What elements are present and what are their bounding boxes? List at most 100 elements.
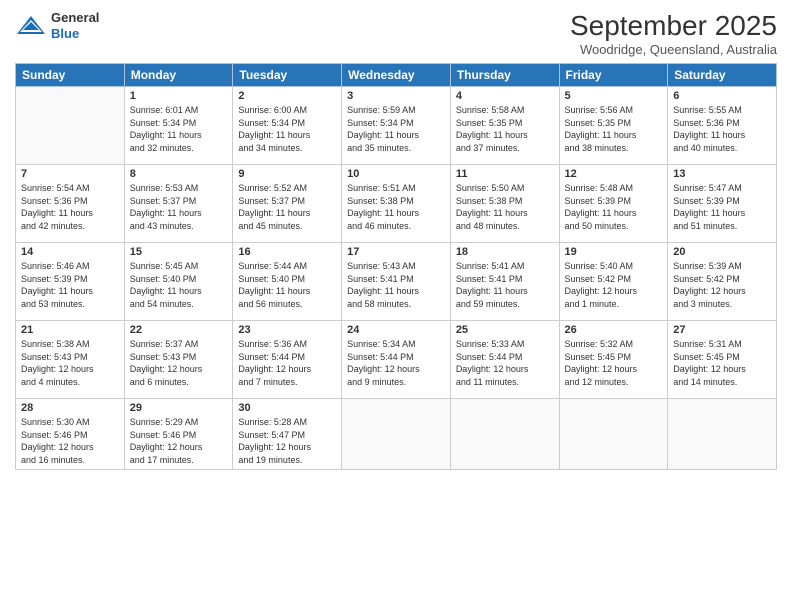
calendar-cell: 16 Sunrise: 5:44 AMSunset: 5:40 PMDayligh… (233, 243, 342, 321)
header-wednesday: Wednesday (342, 64, 451, 87)
day-number: 19 (565, 246, 663, 258)
day-number: 29 (130, 402, 228, 414)
calendar-cell: 28 Sunrise: 5:30 AMSunset: 5:46 PMDayligh… (16, 399, 125, 470)
day-number: 22 (130, 324, 228, 336)
calendar-cell: 9Sunrise: 5:52 AMSunset: 5:37 PMDaylight… (233, 165, 342, 243)
title-block: September 2025 Woodridge, Queensland, Au… (570, 10, 777, 57)
day-info: Sunrise: 5:28 AMSunset: 5:47 PMDaylight:… (238, 416, 336, 466)
day-info: Sunrise: 5:33 AMSunset: 5:44 PMDaylight:… (456, 338, 554, 388)
header-sunday: Sunday (16, 64, 125, 87)
day-info: Sunrise: 5:58 AMSunset: 5:35 PMDaylight:… (456, 104, 554, 154)
calendar-cell (342, 399, 451, 470)
calendar-cell: 26Sunrise: 5:32 AMSunset: 5:45 PMDayligh… (559, 321, 668, 399)
day-info: Sunrise: 5:31 AMSunset: 5:45 PMDaylight:… (673, 338, 771, 388)
header-tuesday: Tuesday (233, 64, 342, 87)
calendar-cell: 20 Sunrise: 5:39 AMSunset: 5:42 PMDayligh… (668, 243, 777, 321)
calendar-cell (450, 399, 559, 470)
day-info: Sunrise: 5:53 AMSunset: 5:37 PMDaylight:… (130, 182, 228, 232)
calendar-cell: 19 Sunrise: 5:40 AMSunset: 5:42 PMDayligh… (559, 243, 668, 321)
day-number: 3 (347, 90, 445, 102)
day-number: 17 (347, 246, 445, 258)
month-title: September 2025 (570, 10, 777, 42)
calendar-cell: 27 Sunrise: 5:31 AMSunset: 5:45 PMDayligh… (668, 321, 777, 399)
day-info: Sunrise: 5:48 AMSunset: 5:39 PMDaylight:… (565, 182, 663, 232)
day-info: Sunrise: 5:39 AMSunset: 5:42 PMDaylight:… (673, 260, 771, 310)
day-number: 16 (238, 246, 336, 258)
day-number: 21 (21, 324, 119, 336)
calendar-cell: 24Sunrise: 5:34 AMSunset: 5:44 PMDayligh… (342, 321, 451, 399)
day-info: Sunrise: 5:37 AMSunset: 5:43 PMDaylight:… (130, 338, 228, 388)
calendar-cell: 17 Sunrise: 5:43 AMSunset: 5:41 PMDayligh… (342, 243, 451, 321)
header-friday: Friday (559, 64, 668, 87)
calendar-cell: 1 Sunrise: 6:01 AMSunset: 5:34 PMDaylight… (124, 87, 233, 165)
header-monday: Monday (124, 64, 233, 87)
day-info: Sunrise: 5:56 AMSunset: 5:35 PMDaylight:… (565, 104, 663, 154)
calendar-cell: 18 Sunrise: 5:41 AMSunset: 5:41 PMDayligh… (450, 243, 559, 321)
day-number: 27 (673, 324, 771, 336)
day-number: 8 (130, 168, 228, 180)
page: General Blue September 2025 Woodridge, Q… (0, 0, 792, 612)
day-number: 1 (130, 90, 228, 102)
day-info: Sunrise: 5:30 AMSunset: 5:46 PMDaylight:… (21, 416, 119, 466)
day-info: Sunrise: 5:46 AMSunset: 5:39 PMDaylight:… (21, 260, 119, 310)
calendar-cell (559, 399, 668, 470)
day-number: 7 (21, 168, 119, 180)
calendar-cell: 22 Sunrise: 5:37 AMSunset: 5:43 PMDayligh… (124, 321, 233, 399)
calendar-cell: 14 Sunrise: 5:46 AMSunset: 5:39 PMDayligh… (16, 243, 125, 321)
day-info: Sunrise: 5:38 AMSunset: 5:43 PMDaylight:… (21, 338, 119, 388)
calendar-cell: 10Sunrise: 5:51 AMSunset: 5:38 PMDayligh… (342, 165, 451, 243)
day-number: 25 (456, 324, 554, 336)
calendar-cell: 4Sunrise: 5:58 AMSunset: 5:35 PMDaylight… (450, 87, 559, 165)
day-number: 13 (673, 168, 771, 180)
day-info: Sunrise: 5:29 AMSunset: 5:46 PMDaylight:… (130, 416, 228, 466)
calendar-cell: 5Sunrise: 5:56 AMSunset: 5:35 PMDaylight… (559, 87, 668, 165)
day-number: 23 (238, 324, 336, 336)
day-info: Sunrise: 5:34 AMSunset: 5:44 PMDaylight:… (347, 338, 445, 388)
day-info: Sunrise: 5:47 AMSunset: 5:39 PMDaylight:… (673, 182, 771, 232)
calendar-cell: 2 Sunrise: 6:00 AMSunset: 5:34 PMDaylight… (233, 87, 342, 165)
day-info: Sunrise: 5:36 AMSunset: 5:44 PMDaylight:… (238, 338, 336, 388)
calendar-cell: 23 Sunrise: 5:36 AMSunset: 5:44 PMDayligh… (233, 321, 342, 399)
header: General Blue September 2025 Woodridge, Q… (15, 10, 777, 57)
day-info: Sunrise: 5:59 AMSunset: 5:34 PMDaylight:… (347, 104, 445, 154)
calendar-cell: 6Sunrise: 5:55 AMSunset: 5:36 PMDaylight… (668, 87, 777, 165)
logo-text: General Blue (51, 10, 99, 41)
calendar-cell: 12 Sunrise: 5:48 AMSunset: 5:39 PMDayligh… (559, 165, 668, 243)
day-number: 2 (238, 90, 336, 102)
day-info: Sunrise: 5:51 AMSunset: 5:38 PMDaylight:… (347, 182, 445, 232)
calendar-cell: 15 Sunrise: 5:45 AMSunset: 5:40 PMDayligh… (124, 243, 233, 321)
day-info: Sunrise: 5:54 AMSunset: 5:36 PMDaylight:… (21, 182, 119, 232)
day-info: Sunrise: 6:01 AMSunset: 5:34 PMDaylight:… (130, 104, 228, 154)
calendar: Sunday Monday Tuesday Wednesday Thursday… (15, 63, 777, 470)
day-number: 12 (565, 168, 663, 180)
logo-blue: Blue (51, 26, 99, 42)
day-info: Sunrise: 5:41 AMSunset: 5:41 PMDaylight:… (456, 260, 554, 310)
header-saturday: Saturday (668, 64, 777, 87)
logo-icon (15, 12, 47, 40)
logo-general: General (51, 10, 99, 26)
day-info: Sunrise: 5:43 AMSunset: 5:41 PMDaylight:… (347, 260, 445, 310)
calendar-cell (16, 87, 125, 165)
calendar-cell: 25 Sunrise: 5:33 AMSunset: 5:44 PMDayligh… (450, 321, 559, 399)
day-info: Sunrise: 6:00 AMSunset: 5:34 PMDaylight:… (238, 104, 336, 154)
day-info: Sunrise: 5:32 AMSunset: 5:45 PMDaylight:… (565, 338, 663, 388)
location-title: Woodridge, Queensland, Australia (570, 42, 777, 57)
calendar-cell: 29 Sunrise: 5:29 AMSunset: 5:46 PMDayligh… (124, 399, 233, 470)
calendar-cell: 21 Sunrise: 5:38 AMSunset: 5:43 PMDayligh… (16, 321, 125, 399)
header-thursday: Thursday (450, 64, 559, 87)
weekday-header-row: Sunday Monday Tuesday Wednesday Thursday… (16, 64, 777, 87)
calendar-cell: 7 Sunrise: 5:54 AMSunset: 5:36 PMDaylight… (16, 165, 125, 243)
day-number: 15 (130, 246, 228, 258)
day-number: 28 (21, 402, 119, 414)
day-number: 18 (456, 246, 554, 258)
day-info: Sunrise: 5:45 AMSunset: 5:40 PMDaylight:… (130, 260, 228, 310)
day-number: 20 (673, 246, 771, 258)
calendar-cell: 8 Sunrise: 5:53 AMSunset: 5:37 PMDaylight… (124, 165, 233, 243)
calendar-cell (668, 399, 777, 470)
calendar-cell: 3 Sunrise: 5:59 AMSunset: 5:34 PMDaylight… (342, 87, 451, 165)
day-info: Sunrise: 5:44 AMSunset: 5:40 PMDaylight:… (238, 260, 336, 310)
day-number: 9 (238, 168, 336, 180)
day-info: Sunrise: 5:40 AMSunset: 5:42 PMDaylight:… (565, 260, 663, 310)
day-number: 14 (21, 246, 119, 258)
day-info: Sunrise: 5:50 AMSunset: 5:38 PMDaylight:… (456, 182, 554, 232)
